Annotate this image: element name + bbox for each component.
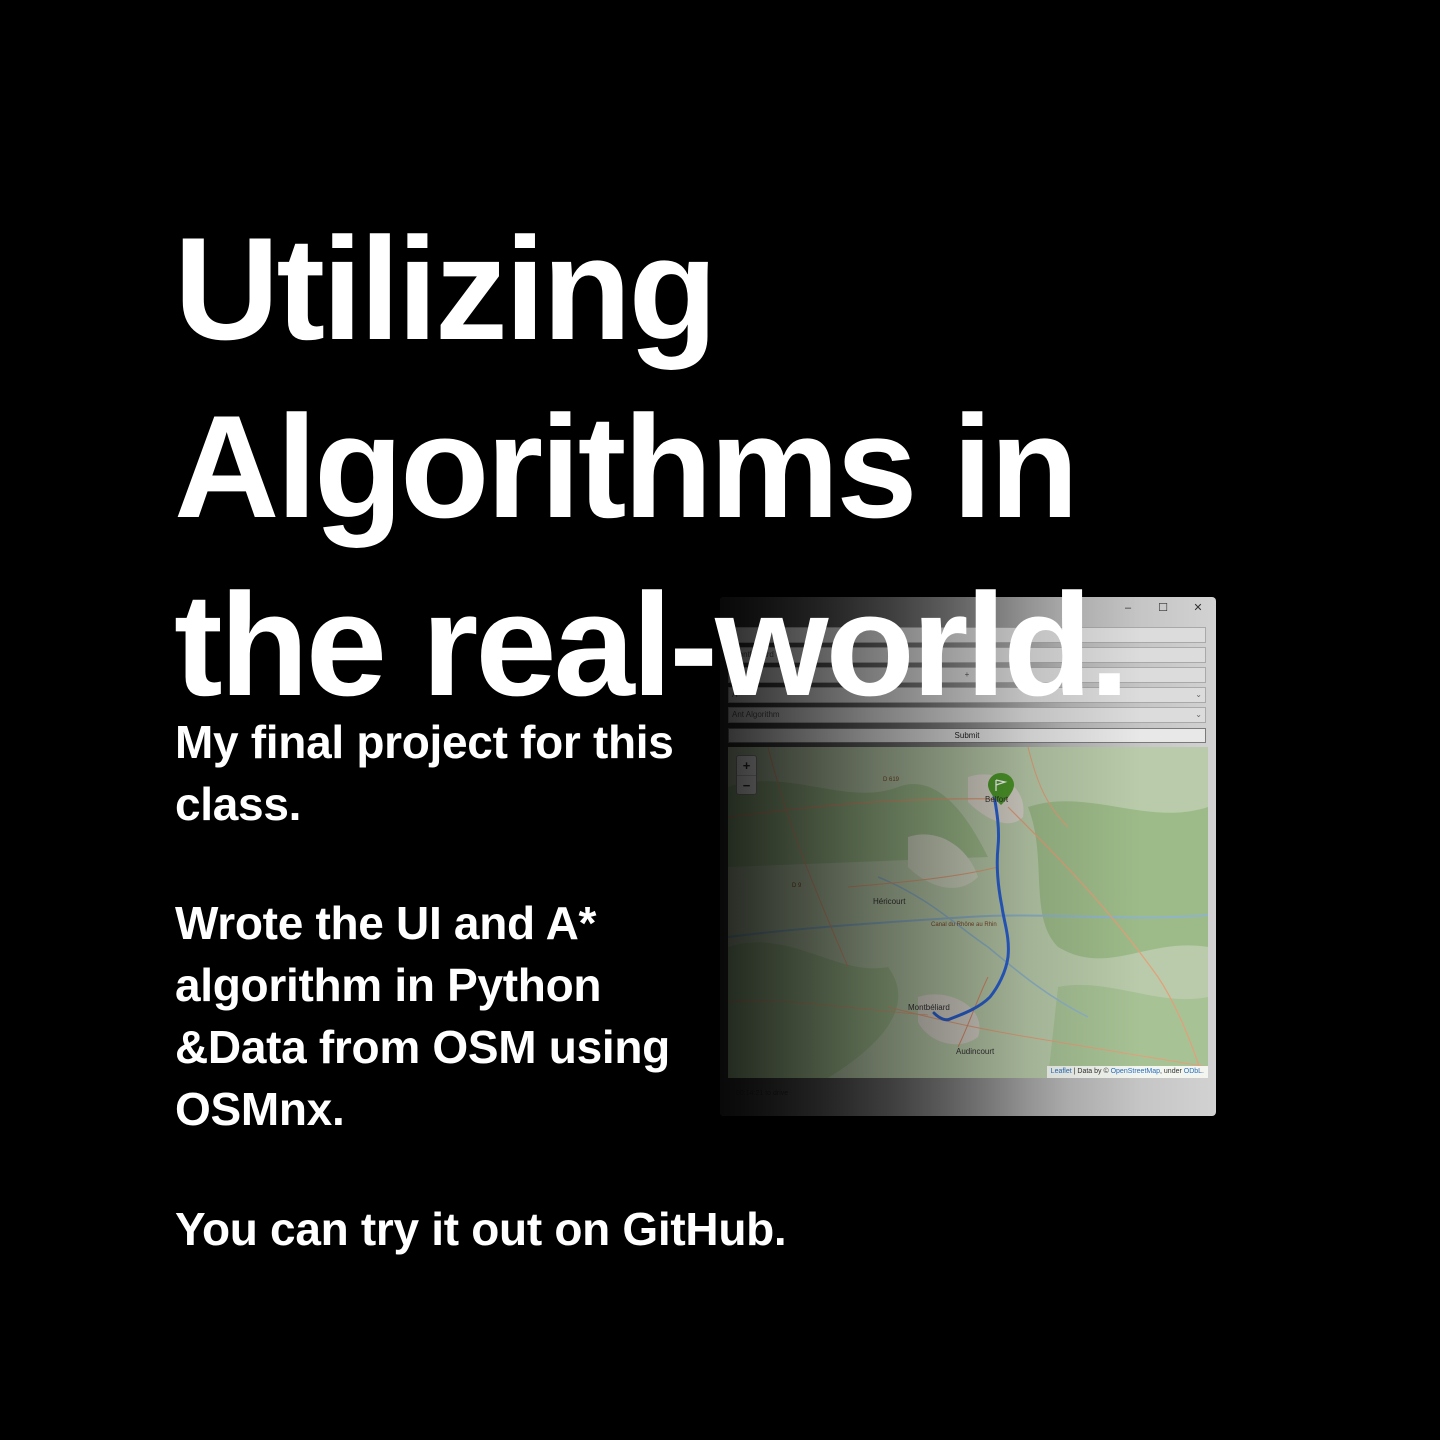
map-attribution: Leaflet | Data by © OpenStreetMap, under…: [1046, 1066, 1208, 1078]
description-paragraph: You can try it out on GitHub.: [175, 1198, 787, 1260]
headline: Utilizing Algorithms in the real-world.: [174, 200, 1130, 734]
road-label: Canal du Rhône au Rhin: [931, 922, 997, 928]
chevron-down-icon: ⌄: [1195, 710, 1202, 719]
description-line: Wrote the UI and A*: [175, 897, 597, 949]
chevron-down-icon: ⌄: [1195, 690, 1202, 699]
leaflet-link[interactable]: Leaflet: [1051, 1068, 1072, 1075]
map-view[interactable]: + − Belfort Héricourt Montbéliard Audinc…: [728, 747, 1208, 1078]
zoom-control: + −: [736, 755, 757, 795]
town-label: Belfort: [985, 795, 1009, 804]
description-line: class.: [175, 778, 302, 830]
description-paragraph: Wrote the UI and A* algorithm in Python …: [175, 892, 670, 1140]
odbl-link[interactable]: ODbL.: [1184, 1068, 1204, 1075]
town-label: Audincourt: [956, 1047, 995, 1056]
description-line: &Data from OSM using: [175, 1021, 670, 1073]
map-tiles: [728, 747, 1208, 1078]
zoom-out-button[interactable]: −: [737, 775, 756, 795]
openstreetmap-link[interactable]: OpenStreetMap: [1111, 1068, 1160, 1075]
headline-line: Utilizing: [174, 207, 718, 370]
maximize-button[interactable]: ☐: [1152, 599, 1174, 617]
drive-time-status: 00:14:21 to drive: [736, 1090, 789, 1097]
headline-line: the real-world.: [174, 563, 1130, 726]
description-line: My final project for this: [175, 716, 674, 768]
close-button[interactable]: ✕: [1187, 599, 1209, 617]
description-paragraph: My final project for this class.: [175, 711, 674, 835]
road-label: D 9: [792, 883, 802, 889]
headline-line: Algorithms in: [174, 385, 1079, 548]
zoom-in-button[interactable]: +: [737, 756, 756, 775]
description-line: OSMnx.: [175, 1083, 345, 1135]
description-line: algorithm in Python: [175, 959, 602, 1011]
attribution-text: | Data by ©: [1071, 1068, 1111, 1075]
town-label: Montbéliard: [908, 1003, 950, 1012]
attribution-text: , under: [1160, 1068, 1184, 1075]
town-label: Héricourt: [873, 897, 906, 906]
github-callout: You can try it out on GitHub.: [175, 1203, 787, 1255]
road-label: D 619: [883, 777, 900, 783]
